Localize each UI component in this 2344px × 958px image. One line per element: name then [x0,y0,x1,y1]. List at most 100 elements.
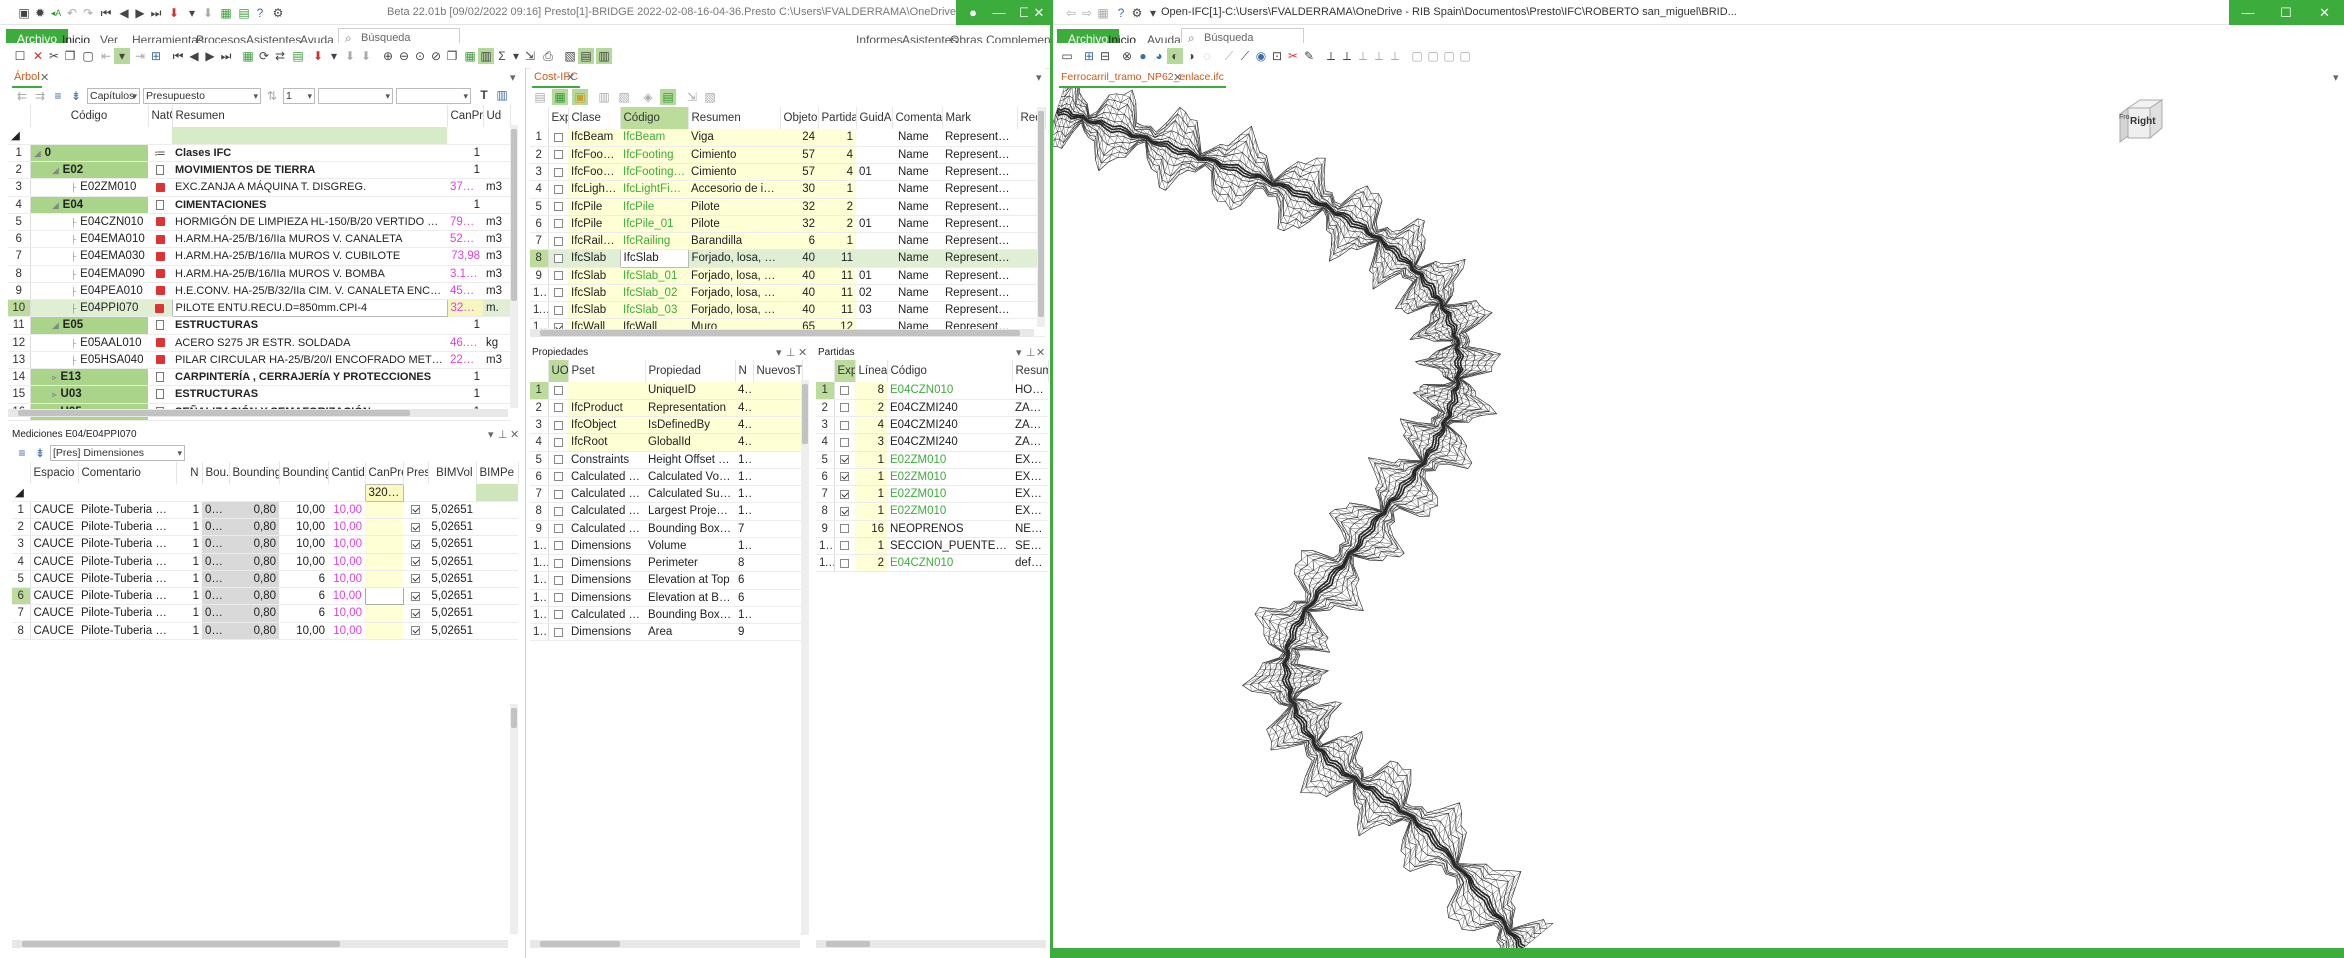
resumen-cell[interactable]: Accesorio de iluminación [688,180,780,199]
row-number[interactable]: 10 [530,284,549,303]
row-number[interactable]: 1 [530,129,549,147]
view-2-icon[interactable]: ● [1135,48,1151,64]
pres-checkbox[interactable] [411,539,420,549]
row-number[interactable]: 7 [12,604,31,623]
mark-cell[interactable]: Representation [942,163,1017,182]
ifc-class-row[interactable]: 9IfcSlabIfcSlab_01Forjado, losa, solera4… [530,267,1045,285]
row-number[interactable]: 11 [816,554,835,573]
pres-cell[interactable] [403,570,428,589]
open-icon[interactable]: ▭ [1059,48,1075,64]
code-cell[interactable]: ├ E04EMA010 [30,230,148,249]
guidaux-cell[interactable] [856,146,892,165]
resumen-cell[interactable]: Viga [688,129,780,147]
uo-checkbox[interactable] [553,575,563,585]
panel-icon[interactable]: ▤ [578,48,594,64]
row-number[interactable]: 10 [530,537,549,556]
nuevostipos-cell[interactable] [753,399,802,418]
propiedad-cell[interactable]: Height Offset From Level [645,451,735,469]
partida-row[interactable]: 18E04CZN010HORMIG [816,382,1048,400]
expand-arrow-icon[interactable]: ◢ [35,149,41,158]
row-number[interactable]: 11 [8,316,31,335]
resumen-cell[interactable]: Cimiento [688,163,780,182]
canpres-cell[interactable]: 320,00 [447,299,483,318]
canpres-cell[interactable]: 1 [447,196,483,214]
propiedad-cell[interactable]: Perimeter [645,554,735,573]
guidaux-cell[interactable] [856,129,892,147]
view-3-icon[interactable]: ◕ [1151,48,1167,64]
pres-cell[interactable] [403,553,428,571]
filter-resumen[interactable] [172,127,447,145]
espacio-cell[interactable]: CAUCE [30,587,78,606]
canpres-cell[interactable]: 229,12 [447,351,483,370]
row-number[interactable]: 11 [530,301,549,320]
filter-cell[interactable] [78,484,176,502]
cantidad-cell[interactable]: 10,00 [328,518,365,537]
row-number[interactable]: 9 [530,520,549,538]
arbol-row[interactable]: 4 ◢ E04 CIMENTACIONES 1 [8,196,510,214]
row-number[interactable]: 7 [530,232,549,251]
code-cell[interactable]: ├ E05AAL010 [30,334,148,352]
codigo-cell[interactable]: E02ZM010 [887,485,1012,504]
ifc-tool-2-icon[interactable]: ▦ [552,89,568,105]
codigo-cell[interactable]: E02ZM010 [887,502,1012,521]
nuevostipos-cell[interactable] [753,606,802,625]
row-number[interactable]: 15 [8,385,31,404]
clase-cell[interactable]: IfcSlab [568,249,620,268]
codigo-cell[interactable]: E02ZM010 [887,468,1012,487]
pset-cell[interactable]: Calculated Quantities [568,485,645,504]
row-number[interactable]: 9 [816,520,835,538]
uo-checkbox[interactable] [553,593,563,603]
pset-cell[interactable]: Dimensions [568,571,645,590]
resumen-cell[interactable]: defecto - : [1012,554,1048,573]
pres-checkbox[interactable] [411,557,420,567]
resumen-cell[interactable]: EXCAVAC [1012,485,1048,504]
filter-cell[interactable] [176,484,202,502]
resumen-cell[interactable]: CIMENTACIONES [172,196,447,214]
col-resumen[interactable]: Resumen [688,107,781,129]
col-codigo[interactable]: Código [30,105,149,127]
panel-menu-icon[interactable]: ▾ [1036,68,1042,88]
pset-cell[interactable]: Calculated Quantities [568,606,645,625]
ifc-class-row[interactable]: 8IfcSlabIfcSlabForjado, losa, solera4011… [530,249,1045,268]
col-lineas[interactable]: Líneas [855,360,888,382]
property-row[interactable]: 15 Dimensions Area 9 [530,623,802,642]
clase-cell[interactable]: IfcBeam [568,129,620,147]
axis-9-icon[interactable]: ▢ [1457,48,1473,64]
canpres-cell[interactable]: 454,00 [447,282,483,301]
resumen-cell[interactable]: H.ARM.HA-25/B/16/IIa MUROS V. BOMBA [172,265,447,283]
cantidad-cell[interactable]: 10,00 [328,570,365,589]
exp-checkbox[interactable] [840,472,850,482]
espacio-cell[interactable]: CAUCE [30,604,78,623]
comentario-cell[interactable]: Pilote-Tuberia de acero - ... [78,587,176,606]
row-number[interactable]: 13 [530,589,549,607]
exp-cell[interactable] [548,146,568,165]
row-number[interactable]: 5 [8,213,31,232]
axis-8-icon[interactable]: ▢ [1441,48,1457,64]
zoom-in-icon[interactable]: ⊕ [380,48,396,64]
pres-checkbox[interactable] [411,522,420,532]
property-row[interactable]: 6Calculated QuantitiesCalculated Volume1… [530,468,802,487]
ifc-tool-9-icon[interactable]: ▧ [702,89,718,105]
exp-cell[interactable] [834,502,855,521]
exp-checkbox[interactable] [840,506,850,516]
resumen-cell[interactable]: Forjado, losa, solera [688,249,780,268]
col-guidaux[interactable]: GuidAux [856,107,893,129]
row-number[interactable]: 6 [530,215,549,234]
filter-icon[interactable]: ⬇ [166,5,182,21]
col-bimvol[interactable]: BIMVol [428,462,477,484]
canpres-cell[interactable]: 3.167,07 [447,265,483,283]
ifc-tool-8-icon[interactable]: ⇲ [684,89,700,105]
arbol-row[interactable]: 11 ◢ E05 ESTRUCTURAS 1 [8,316,510,335]
resumen-cell[interactable]: Forjado, losa, solera [688,284,780,303]
exp-cell[interactable] [548,198,568,216]
col-espacio[interactable]: Espacio [30,462,79,484]
nav-next-icon[interactable]: ▶ [202,48,218,64]
row-number[interactable]: 7 [816,485,835,504]
close-tab-icon[interactable]: ✕ [566,68,575,88]
row-number[interactable]: 8 [816,502,835,521]
view-4-icon[interactable]: ◐ [1167,48,1183,64]
exp-checkbox[interactable] [840,455,850,465]
filter-cell[interactable] [30,484,78,502]
sheet-icon[interactable]: ▦ [462,48,478,64]
expand-arrow-icon[interactable]: ◢ [53,201,59,210]
